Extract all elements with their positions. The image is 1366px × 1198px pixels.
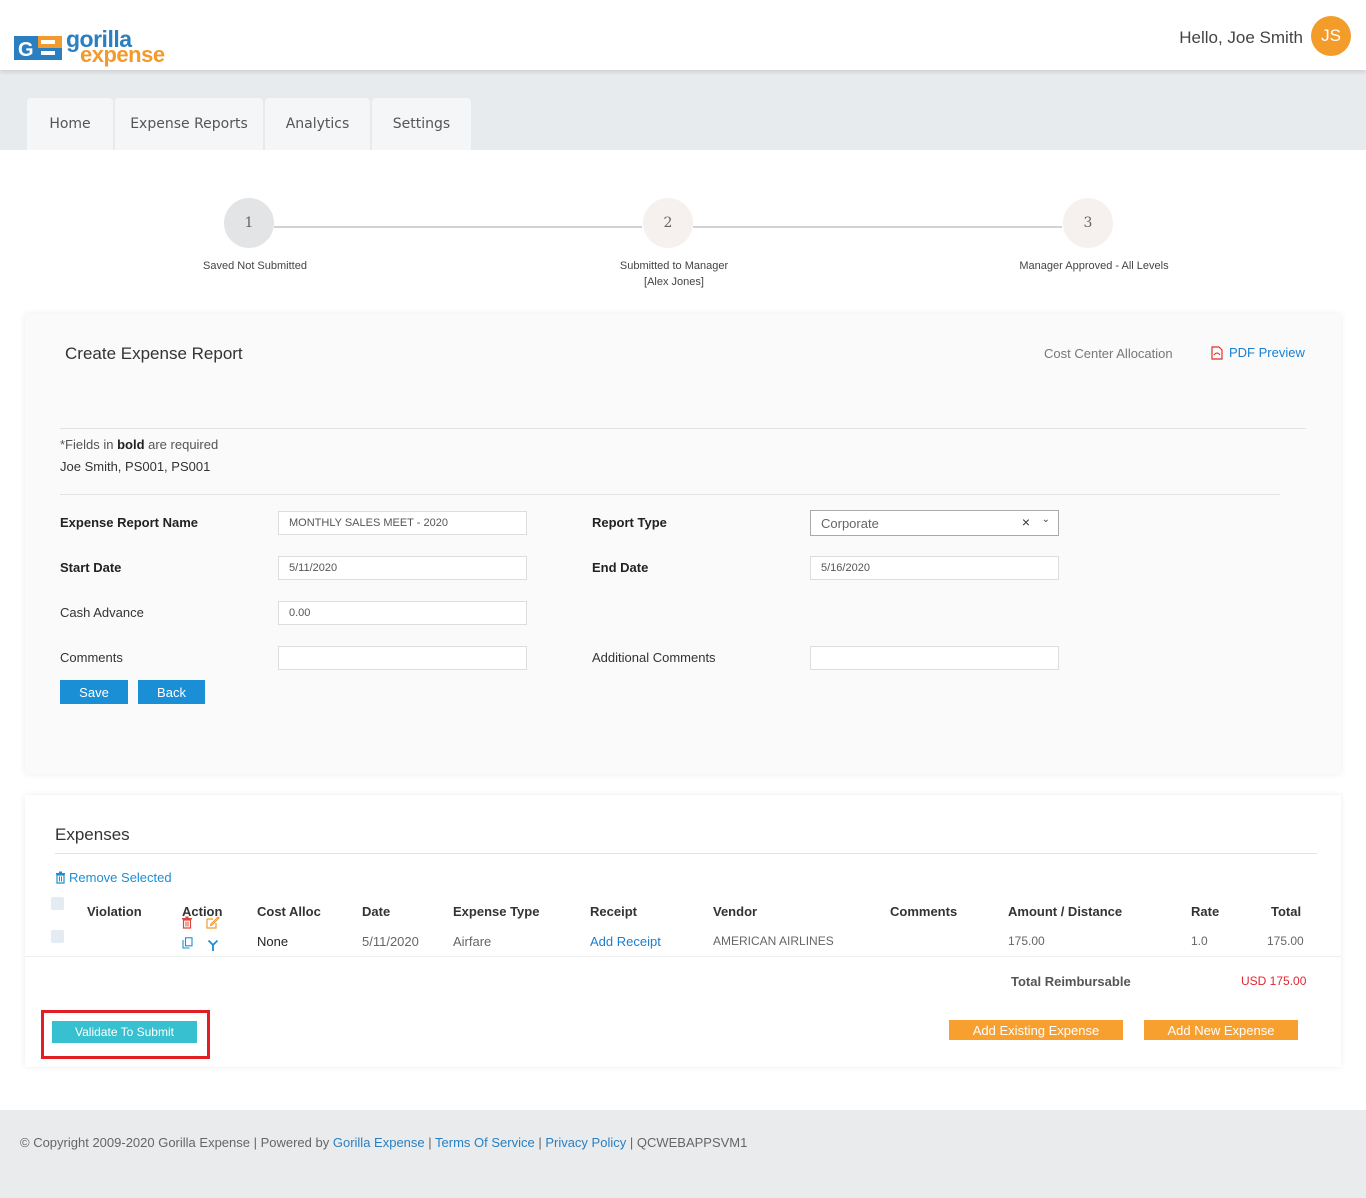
cell-rate: 1.0	[1191, 934, 1208, 948]
section-divider	[60, 494, 1280, 495]
end-date-label: End Date	[592, 560, 649, 575]
trash-icon	[56, 871, 65, 884]
column-header-rate: Rate	[1191, 904, 1220, 919]
terms-of-service-link[interactable]: Terms Of Service	[435, 1135, 535, 1150]
svg-text:G: G	[18, 39, 34, 61]
pdf-file-icon	[1211, 345, 1223, 360]
column-header-comments: Comments	[890, 904, 958, 919]
required-fields-note: *Fields in bold are required	[60, 437, 219, 452]
column-header-cost-alloc: Cost Alloc	[257, 904, 321, 919]
cash-advance-label: Cash Advance	[60, 605, 144, 620]
column-header-amount: Amount / Distance	[1008, 904, 1123, 919]
chevron-down-icon[interactable]: ⌄	[1042, 514, 1050, 525]
step-1-circle: 1	[224, 198, 274, 248]
main-nav: Home Expense Reports Analytics Settings	[0, 70, 1366, 150]
report-type-value: Corporate	[821, 516, 879, 531]
tab-analytics[interactable]: Analytics	[265, 98, 370, 150]
additional-comments-input[interactable]	[810, 646, 1059, 670]
tab-settings[interactable]: Settings	[372, 98, 471, 150]
column-header-receipt: Receipt	[590, 904, 637, 919]
split-icon[interactable]	[207, 939, 219, 952]
page-footer: © Copyright 2009-2020 Gorilla Expense | …	[0, 1110, 1366, 1198]
start-date-label: Start Date	[60, 560, 122, 575]
tab-expense-reports[interactable]: Expense Reports	[115, 98, 263, 150]
column-header-violation: Violation	[87, 904, 142, 919]
user-avatar[interactable]: JS	[1311, 16, 1351, 56]
comments-input[interactable]	[278, 646, 527, 670]
column-header-vendor: Vendor	[713, 904, 758, 919]
employee-info: Joe Smith, PS001, PS001	[60, 459, 211, 474]
end-date-input[interactable]: 5/16/2020	[810, 556, 1059, 580]
cell-amount: 175.00	[1008, 934, 1045, 948]
step-2-label: Submitted to Manager [Alex Jones]	[619, 260, 729, 288]
logo-word-expense: expense	[80, 42, 165, 67]
section-divider	[55, 853, 1317, 854]
report-type-label: Report Type	[592, 515, 667, 530]
create-report-card	[25, 314, 1341, 774]
user-greeting: Hello, Joe Smith	[1179, 28, 1303, 47]
powered-by-link[interactable]: Gorilla Expense	[333, 1135, 425, 1150]
footer-text: © Copyright 2009-2020 Gorilla Expense | …	[20, 1135, 748, 1150]
cell-cost-alloc: None	[257, 934, 289, 949]
gorilla-expense-logo[interactable]: G gorilla expense	[14, 26, 165, 68]
select-all-checkbox[interactable]	[51, 897, 64, 910]
page-title: Create Expense Report	[65, 344, 243, 363]
pdf-preview-link[interactable]: PDF Preview	[1211, 345, 1305, 360]
app-header: G gorilla expense Hello, Joe Smith JS	[0, 0, 1366, 70]
privacy-policy-link[interactable]: Privacy Policy	[545, 1135, 626, 1150]
report-name-label: Expense Report Name	[60, 515, 198, 530]
cell-date: 5/11/2020	[362, 934, 419, 949]
copy-icon[interactable]	[182, 937, 193, 949]
total-reimbursable-label: Total Reimbursable	[1011, 974, 1131, 989]
column-header-date: Date	[362, 904, 391, 919]
section-divider	[60, 428, 1306, 429]
cell-total: 175.00	[1267, 934, 1304, 948]
step-3-circle: 3	[1063, 198, 1113, 248]
add-existing-expense-button[interactable]: Add Existing Expense	[949, 1020, 1123, 1040]
cell-vendor: AMERICAN AIRLINES	[713, 934, 834, 948]
edit-icon[interactable]	[206, 916, 220, 929]
cash-advance-input[interactable]: 0.00	[278, 601, 527, 625]
step-3-label: Manager Approved - All Levels	[1019, 260, 1169, 272]
expenses-title: Expenses	[55, 825, 130, 844]
logo-mark-icon: G	[14, 36, 62, 61]
validate-to-submit-button[interactable]: Validate To Submit	[52, 1021, 197, 1043]
stepper-connector	[693, 226, 1062, 228]
back-button[interactable]: Back	[138, 680, 205, 704]
clear-icon[interactable]: ×	[1022, 514, 1030, 530]
start-date-input[interactable]: 5/11/2020	[278, 556, 527, 580]
report-type-select[interactable]: Corporate × ⌄	[810, 510, 1059, 536]
column-header-total: Total	[1271, 904, 1302, 919]
remove-selected-link[interactable]: Remove Selected	[55, 870, 172, 885]
save-button[interactable]: Save	[60, 680, 128, 704]
report-name-input[interactable]: MONTHLY SALES MEET - 2020	[278, 511, 527, 535]
tab-home[interactable]: Home	[27, 98, 113, 150]
row-checkbox[interactable]	[51, 930, 64, 943]
pdf-preview-label: PDF Preview	[1229, 345, 1305, 360]
cost-center-allocation-link[interactable]: Cost Center Allocation	[1044, 346, 1173, 361]
add-receipt-link[interactable]: Add Receipt	[590, 934, 661, 949]
add-new-expense-button[interactable]: Add New Expense	[1144, 1020, 1298, 1040]
total-reimbursable-value: USD 175.00	[1241, 974, 1307, 988]
step-1-label: Saved Not Submitted	[203, 260, 307, 272]
delete-icon[interactable]	[181, 916, 193, 929]
cell-expense-type: Airfare	[453, 934, 492, 949]
column-header-expense-type: Expense Type	[453, 904, 540, 919]
stepper-connector	[274, 226, 642, 228]
additional-comments-label: Additional Comments	[592, 650, 716, 665]
row-divider	[25, 956, 1341, 957]
remove-selected-label: Remove Selected	[69, 870, 172, 885]
comments-label: Comments	[60, 650, 123, 665]
step-2-circle: 2	[643, 198, 693, 248]
